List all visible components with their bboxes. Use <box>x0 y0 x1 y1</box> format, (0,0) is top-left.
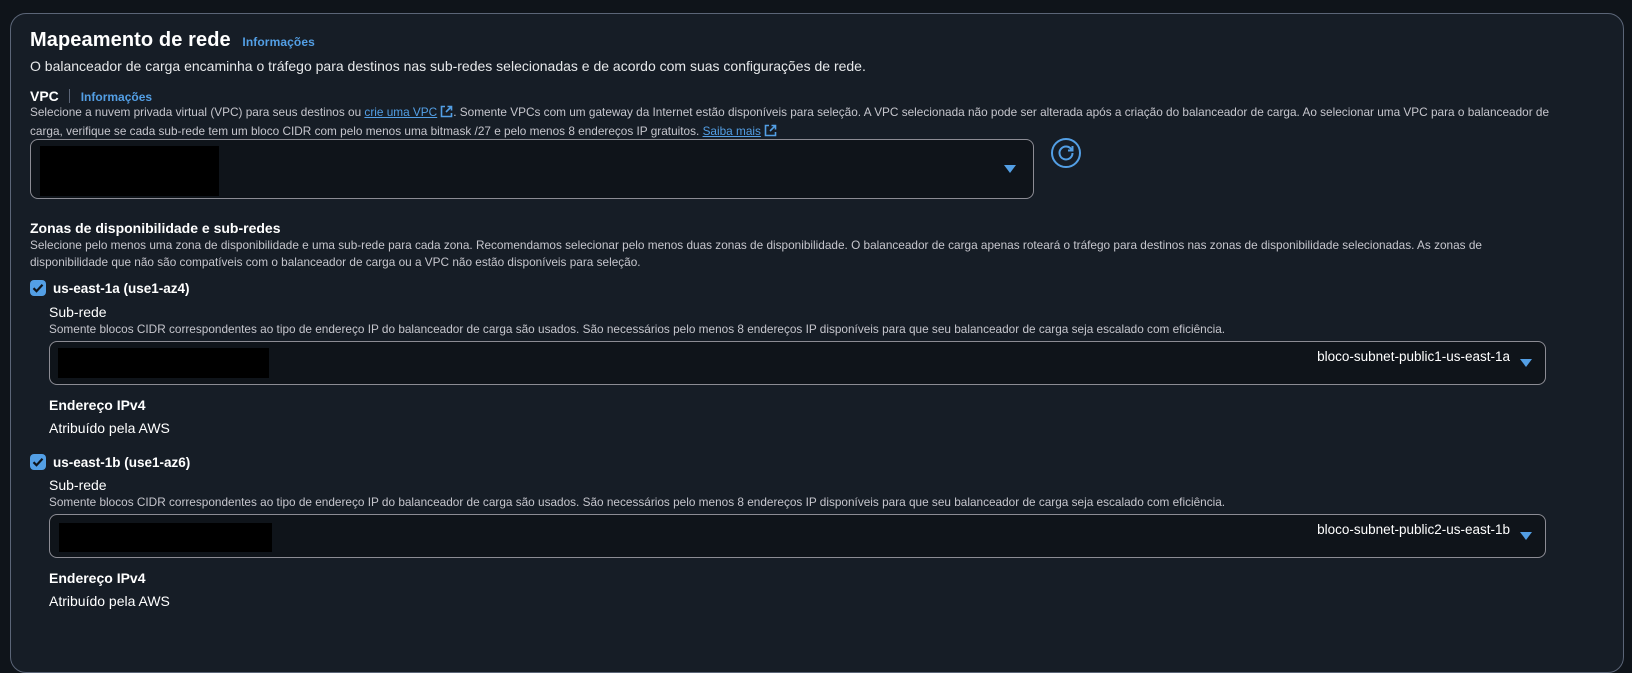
redacted-subnet-id <box>58 348 269 378</box>
vpc-help-text: Selecione a nuvem privada virtual (VPC) … <box>30 104 1620 142</box>
ipv4-value: Atribuído pela AWS <box>49 593 170 609</box>
subnet-select-us-east-1a[interactable]: bloco-subnet-public1-us-east-1a <box>49 341 1546 385</box>
vpc-select[interactable] <box>30 139 1034 199</box>
section-info-link[interactable]: Informações <box>242 35 314 49</box>
zone-checkbox-us-east-1b[interactable] <box>30 454 46 470</box>
subnet-help-text: Somente blocos CIDR correspondentes ao t… <box>49 322 1226 336</box>
create-vpc-link[interactable]: crie uma VPC <box>364 105 437 119</box>
check-icon <box>32 457 44 467</box>
subnet-label: Sub-rede <box>49 304 107 320</box>
network-mapping-panel: Mapeamento de rede Informações O balance… <box>10 13 1624 673</box>
zone-checkbox-us-east-1a[interactable] <box>30 280 46 296</box>
vpc-label: VPC <box>30 88 59 104</box>
zones-help-text: Selecione pelo menos uma zona de disponi… <box>30 238 1482 269</box>
zone-label: us-east-1a (use1-az4) <box>53 281 190 296</box>
subnet-help-text: Somente blocos CIDR correspondentes ao t… <box>49 495 1226 509</box>
chevron-down-icon <box>1520 359 1532 367</box>
subnet-select-us-east-1b[interactable]: bloco-subnet-public2-us-east-1b <box>49 514 1546 558</box>
section-title: Mapeamento de rede Informações <box>30 29 315 51</box>
zones-label: Zonas de disponibilidade e sub-redes <box>30 220 281 236</box>
section-description: O balanceador de carga encaminha o tráfe… <box>30 58 866 74</box>
ipv4-label: Endereço IPv4 <box>49 570 146 586</box>
zone-label: us-east-1b (use1-az6) <box>53 455 191 470</box>
ipv4-value: Atribuído pela AWS <box>49 420 170 436</box>
learn-more-link[interactable]: Saiba mais <box>703 124 761 138</box>
subnet-name: bloco-subnet-public1-us-east-1a <box>1317 349 1510 364</box>
vpc-info-link[interactable]: Informações <box>81 90 152 104</box>
chevron-down-icon <box>1520 532 1532 540</box>
redacted-subnet-id <box>59 523 272 552</box>
external-link-icon <box>440 105 453 123</box>
divider <box>69 89 71 103</box>
subnet-label: Sub-rede <box>49 477 107 493</box>
refresh-button[interactable] <box>1051 138 1081 168</box>
ipv4-label: Endereço IPv4 <box>49 397 146 413</box>
refresh-icon <box>1058 145 1074 161</box>
redacted-vpc-value <box>40 146 219 196</box>
check-icon <box>32 283 44 293</box>
chevron-down-icon <box>1004 165 1016 173</box>
subnet-name: bloco-subnet-public2-us-east-1b <box>1317 522 1510 537</box>
